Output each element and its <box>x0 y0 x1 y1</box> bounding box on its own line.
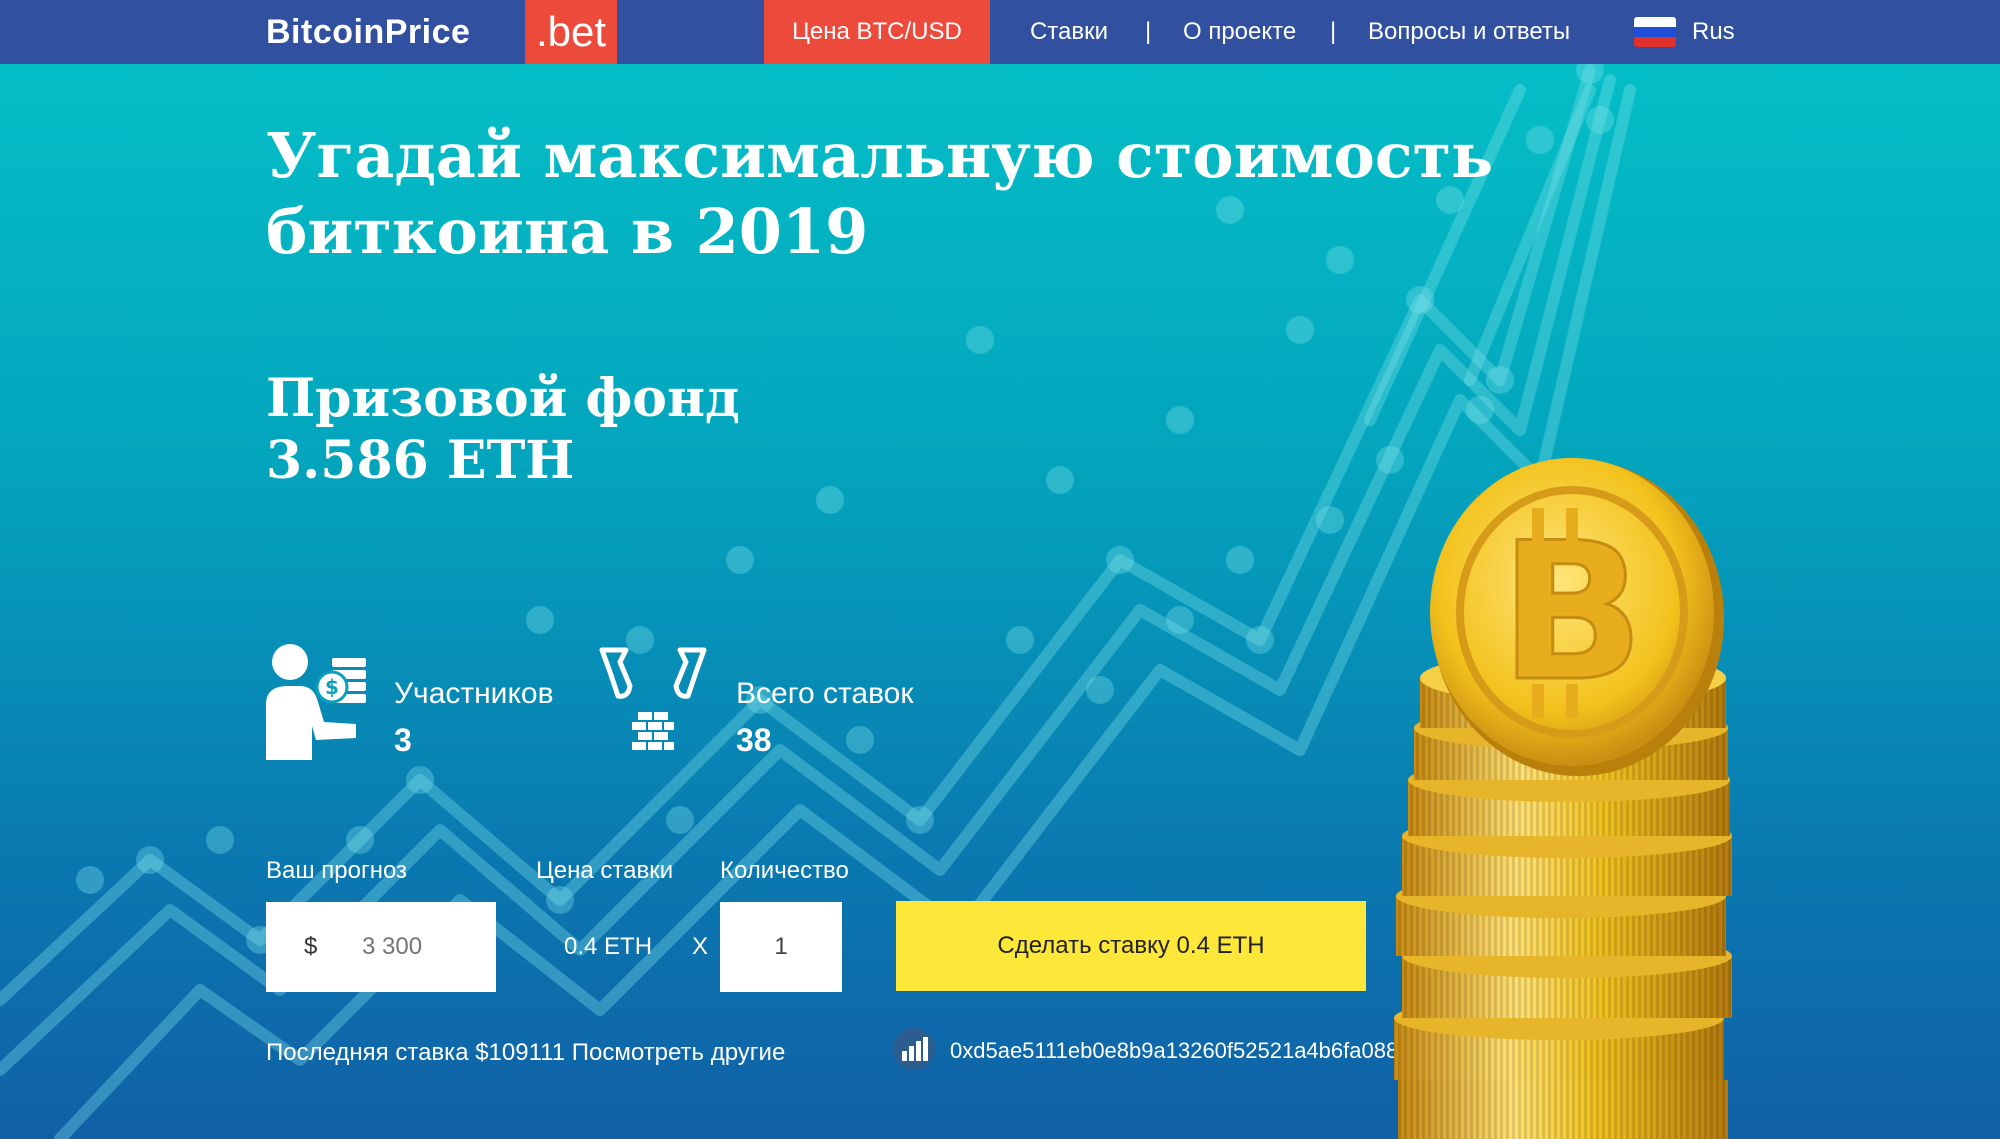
bet-price-value: 0.4 ETH <box>564 933 653 960</box>
multiply-sign: X <box>692 933 709 960</box>
person-coins-icon: $ <box>266 644 366 760</box>
logo-text[interactable]: BitcoinPrice <box>266 10 470 54</box>
total-bets-label: Всего ставок <box>736 677 914 710</box>
nav-item-btc-price[interactable]: Цена BTC/USD <box>764 0 990 64</box>
top-nav: BitcoinPrice .bet Цена BTC/USD Ставки | … <box>0 0 2000 64</box>
prize-fund-value: 3.586 ETH <box>266 430 575 491</box>
total-bets-value: 38 <box>736 722 772 758</box>
last-bet-info: Последняя ставка $109111 Посмотреть друг… <box>266 1036 785 1070</box>
quantity-label: Количество <box>720 857 849 884</box>
quantity-input[interactable] <box>720 927 842 967</box>
prize-fund-label: Призовой фонд <box>266 368 740 429</box>
logo-suffix[interactable]: .bet <box>525 0 617 64</box>
quantity-field[interactable] <box>720 902 842 992</box>
prediction-input[interactable] <box>362 927 482 967</box>
bitcoin-coin-stack-illustration: B <box>1394 458 1732 1139</box>
wallet-address: 0xd5ae5111eb0e8b9a13260f52521a4b6fa0880f… <box>950 1038 1440 1063</box>
page-title: Угадай максимальную стоимость биткоина в… <box>266 119 1494 268</box>
prediction-label: Ваш прогноз <box>266 857 408 884</box>
last-bet-text: Последняя ставка $109111 <box>266 1039 566 1066</box>
view-other-bets-link[interactable]: Посмотреть другие <box>572 1039 786 1066</box>
hands-bricks-icon <box>599 647 707 750</box>
chart-avatar-icon <box>893 1028 935 1070</box>
nav-item-bets[interactable]: Ставки <box>1030 0 1108 64</box>
participants-value: 3 <box>394 722 412 758</box>
russia-flag-icon[interactable] <box>1634 17 1676 47</box>
nav-separator: | <box>1330 18 1337 45</box>
nav-item-about[interactable]: О проекте <box>1183 0 1296 64</box>
prediction-field[interactable]: $ <box>266 902 496 992</box>
nav-separator: | <box>1145 18 1152 45</box>
participants-label: Участников <box>394 677 554 710</box>
language-selector[interactable]: Rus <box>1692 0 1735 64</box>
bet-price-label: Цена ставки <box>536 857 674 884</box>
place-bet-button[interactable]: Сделать ставку 0.4 ETH <box>896 901 1366 991</box>
svg-text:$: $ <box>325 675 339 699</box>
currency-symbol: $ <box>304 933 318 960</box>
nav-item-faq[interactable]: Вопросы и ответы <box>1368 0 1570 64</box>
